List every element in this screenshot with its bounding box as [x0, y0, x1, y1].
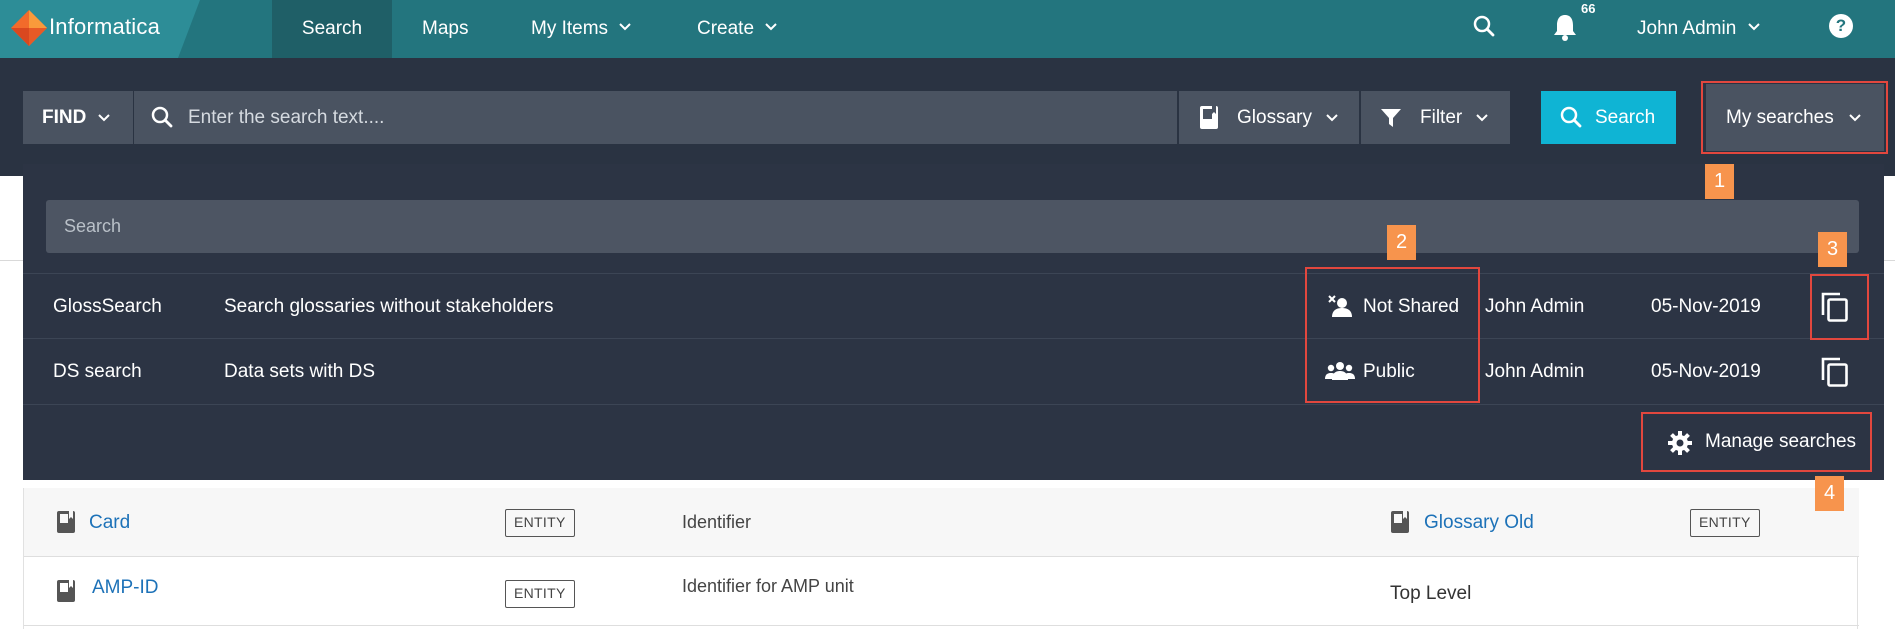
- search-icon: [151, 106, 173, 128]
- saved-search-description: Data sets with DS: [224, 361, 375, 382]
- result-description: Identifier for AMP unit: [682, 576, 854, 596]
- asset-type-dropdown[interactable]: Glossary: [1179, 91, 1359, 144]
- app-root: Informatica Search Maps My Items Create …: [0, 0, 1895, 629]
- filter-label: Filter: [1420, 107, 1463, 128]
- brand-logo[interactable]: Informatica: [0, 0, 200, 58]
- result-name-link[interactable]: AMP-ID: [92, 553, 159, 622]
- notification-count: 66: [1581, 1, 1596, 16]
- saved-search-input[interactable]: [64, 200, 1834, 253]
- help-label: ?: [1835, 16, 1847, 35]
- find-label: FIND: [42, 107, 87, 128]
- filter-icon: [1381, 109, 1401, 127]
- result-parent-link[interactable]: Glossary Old: [1424, 488, 1534, 557]
- saved-search-name: DS search: [53, 361, 142, 382]
- annotation-box-my-searches: [1701, 81, 1888, 154]
- chevron-down-icon: [619, 23, 632, 31]
- user-menu[interactable]: John Admin: [1637, 0, 1760, 58]
- saved-search-date: 05-Nov-2019: [1651, 361, 1761, 382]
- callout-2: 2: [1387, 225, 1416, 260]
- nav-search-label: Search: [301, 18, 363, 39]
- saved-search-row[interactable]: DS search Data sets with DS Public John …: [23, 338, 1884, 403]
- search-input[interactable]: [188, 91, 1158, 144]
- result-name-link[interactable]: Card: [89, 488, 130, 557]
- asset-type-label: Glossary: [1237, 107, 1312, 128]
- filter-dropdown[interactable]: Filter: [1361, 91, 1510, 144]
- top-nav: Informatica Search Maps My Items Create …: [0, 0, 1895, 58]
- annotation-box-manage: [1641, 412, 1872, 472]
- annotation-box-copy: [1810, 274, 1869, 340]
- row-divider: [23, 404, 1884, 405]
- informatica-logo-icon: [11, 10, 47, 46]
- saved-search-owner: John Admin: [1485, 296, 1585, 317]
- nav-create[interactable]: Create: [697, 0, 778, 58]
- entity-badge: ENTITY: [1690, 509, 1760, 537]
- saved-search-name: GlossSearch: [53, 296, 162, 317]
- book-icon: [1200, 106, 1218, 129]
- table-row[interactable]: AMP-ID ENTITY Identifier for AMP unit To…: [24, 557, 1859, 626]
- entity-badge: ENTITY: [505, 580, 575, 608]
- chevron-down-icon: [98, 114, 110, 122]
- saved-search-description: Search glossaries without stakeholders: [224, 296, 554, 317]
- callout-4: 4: [1815, 476, 1844, 511]
- result-parent: Top Level: [1390, 583, 1472, 604]
- nav-search[interactable]: Search: [272, 0, 392, 58]
- nav-create-label: Create: [697, 18, 755, 39]
- brand-name: Informatica: [49, 14, 161, 39]
- search-button-label: Search: [1595, 107, 1656, 128]
- annotation-box-sharing: [1305, 267, 1480, 403]
- result-description: Identifier: [682, 512, 752, 532]
- nav-my-items-label: My Items: [531, 18, 609, 39]
- search-field: [134, 91, 1177, 144]
- search-icon: [1560, 106, 1582, 128]
- bell-icon[interactable]: [1552, 13, 1578, 41]
- book-icon: [1391, 511, 1409, 533]
- saved-search-date: 05-Nov-2019: [1651, 296, 1761, 317]
- chevron-down-icon: [1747, 23, 1760, 31]
- callout-1: 1: [1705, 164, 1734, 199]
- search-button[interactable]: Search: [1541, 91, 1676, 144]
- nav-maps-label: Maps: [422, 18, 469, 39]
- nav-maps[interactable]: Maps: [422, 0, 468, 58]
- table-row[interactable]: Card ENTITY Identifier Glossary Old ENTI…: [24, 488, 1859, 557]
- saved-search-owner: John Admin: [1485, 361, 1585, 382]
- saved-search-row[interactable]: GlossSearch Search glossaries without st…: [23, 273, 1884, 338]
- user-name: John Admin: [1637, 18, 1737, 39]
- chevron-down-icon: [765, 23, 778, 31]
- book-icon: [57, 511, 75, 533]
- results-table: Card ENTITY Identifier Glossary Old ENTI…: [23, 488, 1859, 629]
- saved-search-filter: [46, 200, 1859, 253]
- search-icon[interactable]: [1473, 15, 1495, 37]
- copy-icon[interactable]: [1820, 356, 1850, 388]
- nav-my-items[interactable]: My Items: [531, 0, 632, 58]
- chevron-down-icon: [1326, 114, 1338, 122]
- chevron-down-icon: [1476, 114, 1488, 122]
- help-icon[interactable]: ?: [1829, 14, 1853, 38]
- callout-3: 3: [1818, 232, 1847, 267]
- entity-badge: ENTITY: [505, 509, 575, 537]
- book-icon: [57, 580, 75, 602]
- find-dropdown[interactable]: FIND: [23, 91, 133, 144]
